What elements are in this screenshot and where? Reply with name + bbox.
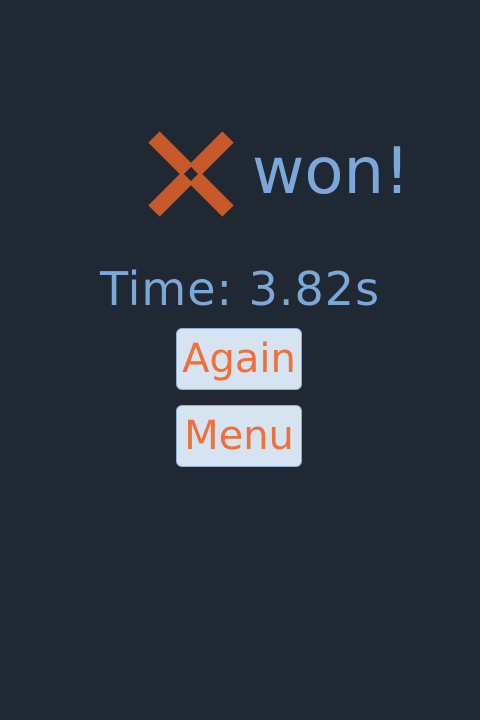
menu-button[interactable]: Menu (176, 405, 302, 467)
x-mark-icon (148, 131, 234, 217)
won-label: won! (252, 135, 410, 209)
game-over-screen: won! Time: 3.82s Again Menu (0, 0, 480, 720)
time-display: Time: 3.82s (99, 262, 381, 316)
again-button[interactable]: Again (176, 328, 302, 390)
winner-banner: won! (146, 128, 410, 220)
